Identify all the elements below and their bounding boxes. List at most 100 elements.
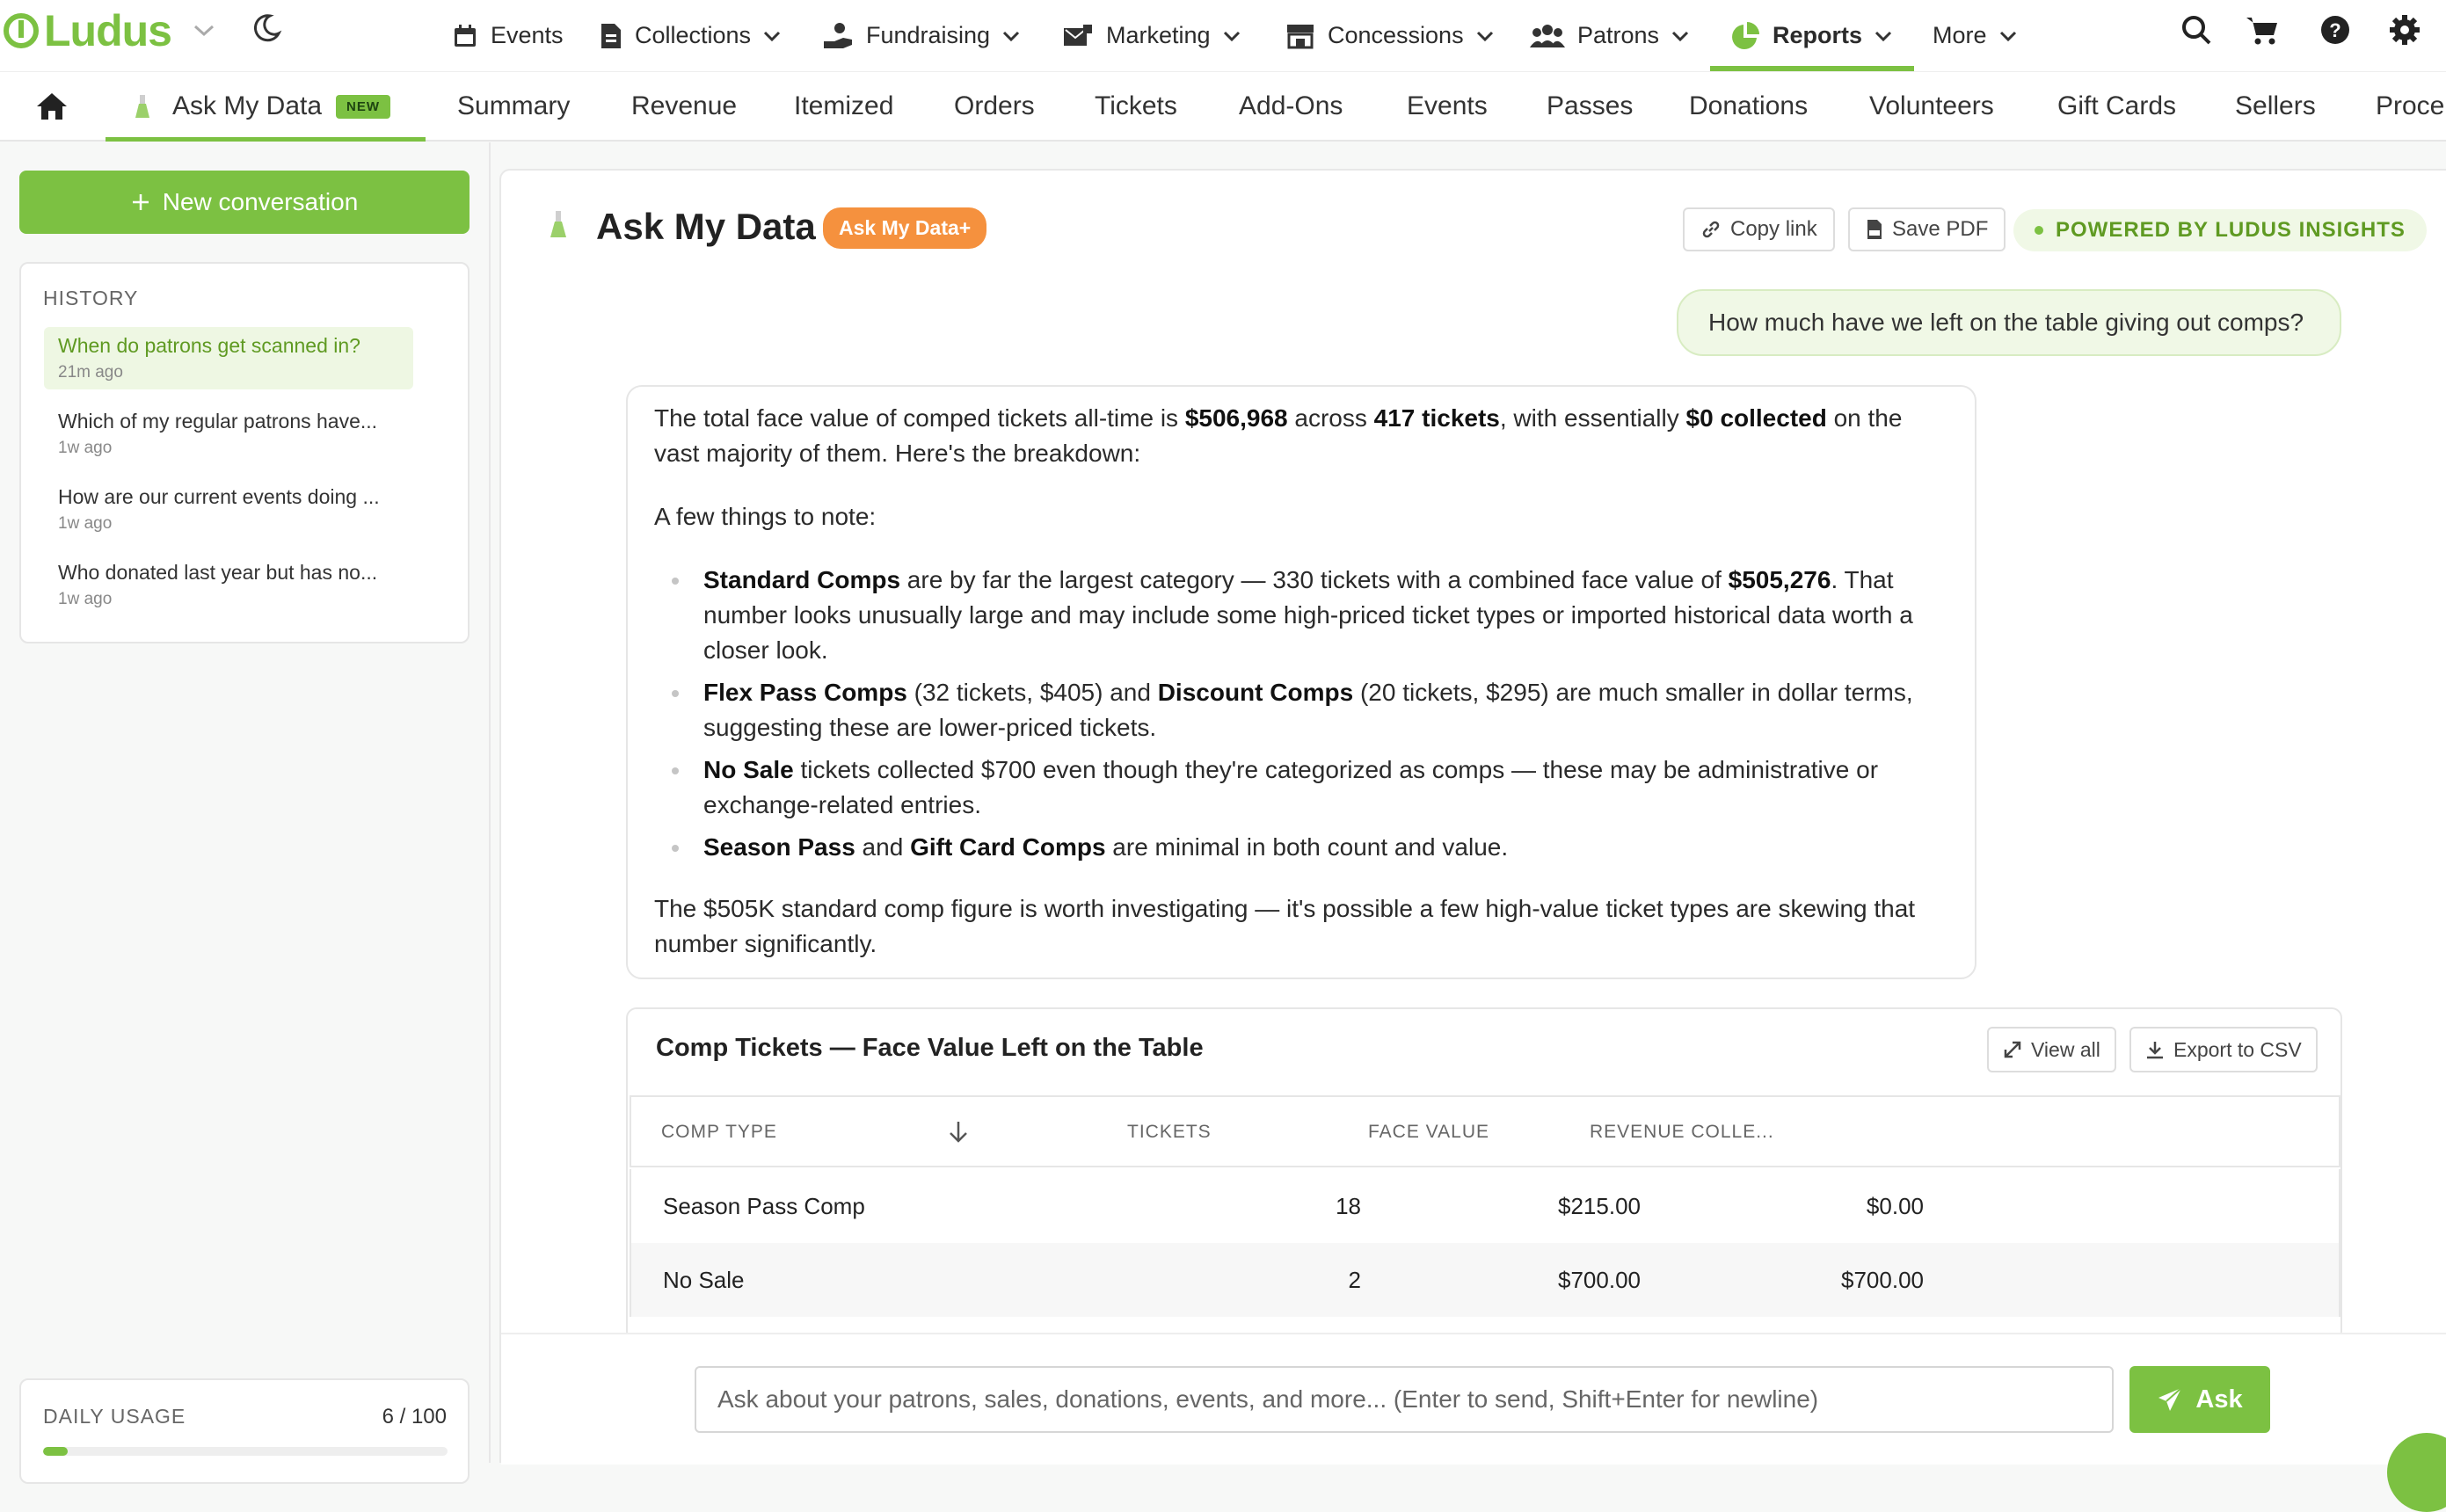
cell-tickets: 18: [1336, 1192, 1361, 1219]
tab-ask-my-data[interactable]: Ask My Data NEW: [134, 72, 391, 141]
tab-itemized[interactable]: Itemized: [794, 72, 893, 141]
column-header-face-value[interactable]: FACE VALUE: [1368, 1097, 1489, 1167]
usage-progress-bar: [43, 1447, 448, 1456]
table-row[interactable]: No Sale 2 $700.00 $700.00: [630, 1243, 2340, 1317]
table-header: COMP TYPE TICKETS FACE VALUE REVENUE COL…: [630, 1095, 2340, 1167]
dark-mode-icon[interactable]: [251, 12, 282, 44]
nav-reports-label: Reports: [1773, 22, 1863, 48]
tab-events[interactable]: Events: [1407, 72, 1488, 141]
new-badge: NEW: [336, 94, 391, 119]
tab-processing[interactable]: Proce: [2376, 72, 2444, 141]
history-question: When do patrons get scanned in?: [58, 334, 360, 357]
gear-icon[interactable]: [2388, 13, 2421, 47]
chevron-down-icon: [1672, 31, 1689, 41]
tab-passes[interactable]: Passes: [1547, 72, 1633, 141]
cell-comp-type: No Sale: [663, 1266, 745, 1293]
history-time: 1w ago: [58, 514, 113, 533]
status-dot: [2035, 226, 2043, 235]
ludus-logo[interactable]: Ludus: [4, 5, 215, 56]
bullet-text: tickets collected $700 even though they'…: [703, 756, 1879, 818]
tab-summary[interactable]: Summary: [457, 72, 570, 141]
tab-donations[interactable]: Donations: [1689, 72, 1808, 141]
ask-button-label: Ask: [2195, 1385, 2243, 1414]
nav-concessions[interactable]: Concessions: [1285, 0, 1494, 71]
history-item[interactable]: How are our current events doing ... 1w …: [44, 478, 413, 541]
table-row[interactable]: Season Pass Comp 18 $215.00 $0.00: [630, 1169, 2340, 1243]
home-icon[interactable]: [35, 91, 69, 121]
pdf-file-icon: [1867, 220, 1882, 239]
save-pdf-button[interactable]: Save PDF: [1848, 207, 2006, 251]
bullet-text: (32 tickets, $405) and: [906, 679, 1158, 706]
nav-reports[interactable]: Reports: [1730, 0, 1892, 71]
cart-icon[interactable]: [2245, 14, 2280, 46]
ask-input[interactable]: [695, 1366, 2114, 1433]
chevron-down-icon[interactable]: [193, 23, 215, 39]
answer-text: , with essentially: [1499, 404, 1686, 432]
new-conversation-button[interactable]: New conversation: [19, 171, 470, 234]
tab-orders[interactable]: Orders: [954, 72, 1035, 141]
tab-sellers[interactable]: Sellers: [2235, 72, 2316, 141]
bullet-value: $505,276: [1728, 566, 1831, 593]
daily-usage-panel: DAILY USAGE 6 / 100: [19, 1378, 470, 1484]
view-all-button[interactable]: View all: [1987, 1027, 2116, 1072]
column-header-comp-type[interactable]: COMP TYPE: [661, 1097, 777, 1167]
answer-notes-heading: A few things to note:: [654, 503, 877, 530]
history-item[interactable]: Which of my regular patrons have... 1w a…: [44, 403, 413, 465]
page-title: Ask My Data: [596, 206, 816, 247]
usage-count: 6 / 100: [382, 1405, 447, 1428]
usage-label: DAILY USAGE: [43, 1405, 186, 1428]
bullet-text: and: [855, 833, 911, 861]
nav-collections-label: Collections: [635, 22, 752, 48]
chevron-down-icon: [764, 31, 781, 41]
chevron-down-icon: [1999, 31, 2016, 41]
column-header-revenue-collected[interactable]: REVENUE COLLE...: [1590, 1097, 1774, 1167]
nav-events[interactable]: Events: [452, 0, 564, 71]
flask-icon: [550, 211, 566, 237]
ask-button[interactable]: Ask: [2129, 1366, 2270, 1433]
tab-ask-my-data-label: Ask My Data: [172, 91, 323, 120]
results-table-card: Comp Tickets — Face Value Left on the Ta…: [626, 1007, 2342, 1341]
chevron-down-icon: [1476, 31, 1493, 41]
answer-conclusion: The $505K standard comp figure is worth …: [654, 895, 1916, 957]
reports-subnav: Ask My Data NEW Summary Revenue Itemized…: [0, 71, 2446, 142]
tab-active-indicator: [106, 137, 426, 142]
history-item[interactable]: Who donated last year but has no... 1w a…: [44, 554, 413, 616]
history-time: 1w ago: [58, 590, 113, 608]
plus-icon: [132, 194, 149, 210]
nav-marketing[interactable]: Marketing: [1062, 0, 1241, 71]
copy-link-button[interactable]: Copy link: [1683, 207, 1835, 251]
search-icon[interactable]: [2180, 14, 2212, 46]
calendar-icon: [455, 24, 476, 47]
user-message: How much have we left on the table givin…: [1677, 289, 2341, 356]
answer-bullet: Standard Comps are by far the largest ca…: [672, 563, 1948, 668]
answer-total-value: $506,968: [1184, 404, 1288, 432]
tab-revenue[interactable]: Revenue: [631, 72, 737, 141]
history-time: 21m ago: [58, 363, 123, 382]
tab-gift-cards[interactable]: Gift Cards: [2057, 72, 2176, 141]
sort-arrow-down-icon[interactable]: [948, 1120, 969, 1145]
column-header-tickets[interactable]: TICKETS: [1127, 1097, 1212, 1167]
answer-text: across: [1287, 404, 1374, 432]
nav-patrons[interactable]: Patrons: [1530, 0, 1689, 71]
nav-collections[interactable]: Collections: [600, 0, 781, 71]
help-icon[interactable]: ?: [2319, 14, 2351, 46]
conversation-sidebar: New conversation HISTORY When do patrons…: [0, 142, 491, 1484]
bullet-term: Season Pass: [703, 833, 855, 861]
tab-volunteers[interactable]: Volunteers: [1869, 72, 1994, 141]
tab-add-ons[interactable]: Add-Ons: [1239, 72, 1343, 141]
cell-face-value: $215.00: [1558, 1192, 1641, 1219]
people-icon: [1530, 24, 1565, 47]
assistant-message: The total face value of comped tickets a…: [626, 385, 1976, 979]
history-question: How are our current events doing ...: [58, 485, 380, 508]
nav-fundraising[interactable]: Fundraising: [822, 0, 1020, 71]
history-question: Who donated last year but has no...: [58, 561, 378, 584]
export-csv-label: Export to CSV: [2173, 1037, 2302, 1061]
export-csv-button[interactable]: Export to CSV: [2129, 1027, 2318, 1072]
chat-panel: Ask My Data Ask My Data+ Copy link Save …: [499, 169, 2446, 1512]
history-item[interactable]: When do patrons get scanned in? 21m ago: [44, 327, 413, 389]
tab-tickets[interactable]: Tickets: [1095, 72, 1177, 141]
bullet-term: Gift Card Comps: [910, 833, 1106, 861]
answer-intro: The total face value of comped tickets a…: [654, 401, 1948, 471]
ask-my-data-plus-badge[interactable]: Ask My Data+: [823, 207, 987, 249]
nav-more[interactable]: More: [1933, 0, 2017, 71]
